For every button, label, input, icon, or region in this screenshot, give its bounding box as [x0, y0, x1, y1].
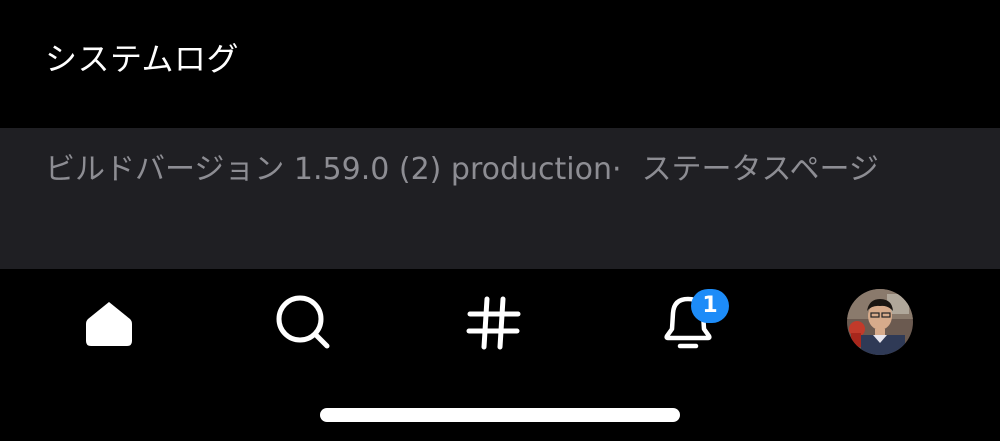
- build-version-text: ビルドバージョン 1.59.0 (2) production·: [45, 152, 622, 187]
- hashtag-icon: [466, 296, 521, 350]
- home-indicator[interactable]: [320, 408, 680, 422]
- home-icon: [86, 302, 132, 346]
- system-log-label: システムログ: [45, 40, 240, 78]
- tab-home[interactable]: [49, 287, 169, 359]
- system-log-row[interactable]: システムログ: [0, 0, 1000, 128]
- notification-badge: 1: [691, 289, 729, 323]
- search-icon: [276, 295, 330, 349]
- status-page-link[interactable]: ステータスページ: [642, 150, 879, 190]
- footer-info: ビルドバージョン 1.59.0 (2) production· ステータスページ: [45, 150, 879, 190]
- tab-search[interactable]: [244, 287, 364, 359]
- tab-hashtag[interactable]: [434, 287, 554, 359]
- avatar[interactable]: [847, 289, 913, 355]
- tab-notifications[interactable]: [628, 287, 748, 359]
